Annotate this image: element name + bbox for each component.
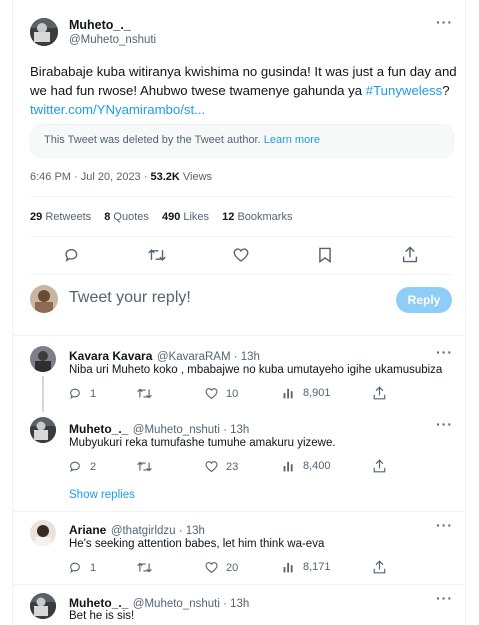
more-options-icon[interactable]: ··· <box>436 344 453 360</box>
views-action[interactable]: 8,171 <box>283 561 331 573</box>
retweets-label: Retweets <box>45 211 92 223</box>
hashtag-link[interactable]: #Tunyweless <box>366 83 442 98</box>
reply-icon[interactable] <box>64 247 80 263</box>
share-action[interactable] <box>373 459 394 473</box>
divider <box>30 196 452 197</box>
reply-author-name[interactable]: Kavara Kavara <box>69 349 152 363</box>
divider <box>30 274 452 275</box>
views-count: 8,171 <box>303 561 331 573</box>
tweet-text: Birababaje kuba witiranya kwishima no gu… <box>30 62 460 119</box>
reply-avatar[interactable] <box>30 520 56 546</box>
like-action[interactable]: 20 <box>205 561 238 574</box>
likes-stat[interactable]: 490 Likes <box>162 211 209 223</box>
retweets-count: 29 <box>30 211 43 223</box>
user-avatar[interactable] <box>30 285 58 313</box>
like-count: 10 <box>226 387 239 400</box>
tweet-url-link[interactable]: twitter.com/YNyamirambo/st... <box>30 100 460 119</box>
tweet-text-segment: ? <box>442 83 450 98</box>
reply-text: He's seeking attention babes, let him th… <box>69 538 325 550</box>
reply-text: Bet he is sis! <box>69 610 135 622</box>
divider <box>13 584 464 585</box>
share-action[interactable] <box>373 386 394 400</box>
views-count: 8,400 <box>303 460 331 472</box>
retweet-action[interactable] <box>137 460 160 473</box>
like-action[interactable]: 10 <box>205 387 238 400</box>
author-handle[interactable]: @Muheto_nshuti <box>69 34 156 46</box>
tweet-timestamp[interactable]: 6:46 PM · Jul 20, 2023 · 53.2K Views <box>30 171 212 183</box>
retweet-action[interactable] <box>137 561 160 574</box>
reply-author-name[interactable]: Muheto_._ <box>69 422 128 436</box>
learn-more-link[interactable]: Learn more <box>264 134 320 146</box>
views-action[interactable]: 8,400 <box>283 460 331 472</box>
more-options-icon[interactable]: ··· <box>436 416 453 432</box>
more-options-icon[interactable]: ··· <box>436 517 453 533</box>
reply-author-name[interactable]: Muheto_._ <box>69 596 128 610</box>
retweet-icon[interactable] <box>148 247 166 263</box>
views-action[interactable]: 8,901 <box>283 387 331 399</box>
divider <box>30 236 452 237</box>
reply-count: 1 <box>90 561 97 574</box>
views-count: 53.2K <box>150 171 180 183</box>
retweets-stat[interactable]: 29 Retweets <box>30 211 91 223</box>
quotes-stat[interactable]: 8 Quotes <box>104 211 149 223</box>
divider <box>13 335 464 336</box>
share-icon[interactable] <box>402 246 418 263</box>
reply-header: Kavara Kavara @KavaraRAM · 13h <box>69 347 260 365</box>
quotes-label: Quotes <box>113 211 149 223</box>
reply-author-handle[interactable]: @KavaraRAM · 13h <box>157 351 260 363</box>
reply-button[interactable]: Reply <box>396 287 452 313</box>
bookmarks-count: 12 <box>222 211 235 223</box>
bookmark-icon[interactable] <box>318 247 332 263</box>
likes-count: 490 <box>161 211 181 223</box>
reply-author-handle[interactable]: @thatgirldzu · 13h <box>111 525 205 537</box>
reply-text: Mubyukuri reka tumufashe tumuhe amakuru … <box>69 437 336 449</box>
author-avatar[interactable] <box>30 18 58 46</box>
reply-count: 2 <box>90 460 97 473</box>
reply-action[interactable]: 1 <box>69 561 96 574</box>
likes-label: Likes <box>183 211 210 223</box>
quotes-count: 8 <box>104 211 111 223</box>
reply-count: 1 <box>90 387 97 400</box>
reply-action[interactable]: 2 <box>69 460 96 473</box>
tweet-stats: 29 Retweets 8 Quotes 490 Likes 12 Bookma… <box>30 211 292 223</box>
deleted-notice-label: This Tweet was deleted by the Tweet auth… <box>44 134 261 146</box>
reply-avatar[interactable] <box>30 417 56 443</box>
like-action[interactable]: 23 <box>205 460 238 473</box>
reply-author-name[interactable]: Ariane <box>69 523 106 537</box>
timestamp-text[interactable]: 6:46 PM · Jul 20, 2023 · <box>30 171 150 183</box>
like-count: 20 <box>226 561 239 574</box>
reply-header: Ariane @thatgirldzu · 13h <box>69 521 205 539</box>
reply-avatar[interactable] <box>30 346 56 372</box>
more-options-icon[interactable]: ··· <box>436 14 453 30</box>
views-count: 8,901 <box>303 387 331 399</box>
bookmarks-stat[interactable]: 12 Bookmarks <box>222 211 292 223</box>
author-name[interactable]: Muheto_._ <box>69 18 131 32</box>
reply-action[interactable]: 1 <box>69 387 96 400</box>
deleted-notice-text: This Tweet was deleted by the Tweet auth… <box>44 134 320 146</box>
reply-avatar[interactable] <box>30 593 56 619</box>
views-label: Views <box>179 171 213 183</box>
reply-author-handle[interactable]: @Muheto_nshuti · 13h <box>133 424 250 436</box>
bookmarks-label: Bookmarks <box>237 211 293 223</box>
share-action[interactable] <box>373 560 394 574</box>
like-icon[interactable] <box>233 247 249 263</box>
reply-author-handle[interactable]: @Muheto_nshuti · 13h <box>133 598 250 610</box>
tweet-text-line2: we had fun rwose! Ahubwo twese twamenye … <box>30 81 460 100</box>
tweet-text-line1: Birababaje kuba witiranya kwishima no gu… <box>30 64 457 79</box>
more-options-icon[interactable]: ··· <box>436 590 453 606</box>
reply-text: Niba uri Muheto koko , mbabajwe no kuba … <box>69 364 443 376</box>
tweet-text-segment: we had fun rwose! Ahubwo twese twamenye … <box>30 83 366 98</box>
divider <box>13 511 464 512</box>
like-count: 23 <box>226 460 239 473</box>
thread-line <box>42 376 44 412</box>
retweet-action[interactable] <box>137 387 160 400</box>
reply-header: Muheto_._ @Muheto_nshuti · 13h <box>69 420 249 438</box>
show-replies-link[interactable]: Show replies <box>69 489 135 501</box>
reply-input[interactable]: Tweet your reply! <box>69 289 191 307</box>
